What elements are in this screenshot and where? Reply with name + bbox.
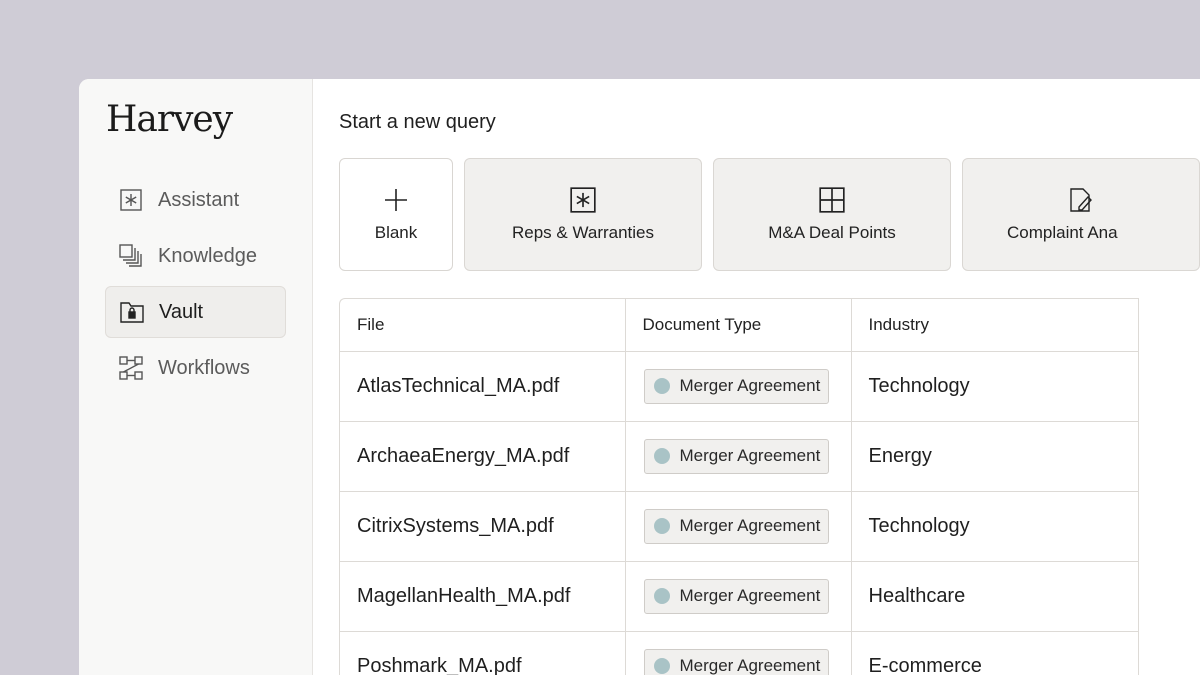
document-type-cell: Merger Agreement: [625, 561, 852, 632]
page-title: Start a new query: [339, 111, 496, 133]
document-type-cell: Merger Agreement: [625, 351, 852, 422]
sidebar: Harvey Assistant Knowledge Vault Workflo…: [79, 79, 313, 675]
sidebar-item-workflows[interactable]: Workflows: [105, 342, 286, 394]
badge-label: Merger Agreement: [679, 446, 821, 465]
column-header-industry[interactable]: Industry: [851, 299, 1139, 352]
plus-icon: [383, 187, 409, 213]
card-label: Complaint Ana: [1007, 222, 1118, 242]
document-type-badge: Merger Agreement: [643, 648, 830, 675]
complaint-analysis-card[interactable]: Complaint Ana: [962, 158, 1200, 271]
grid-icon: [819, 186, 845, 213]
document-type-badge: Merger Agreement: [643, 508, 830, 544]
column-header-file[interactable]: File: [340, 299, 626, 352]
sidebar-item-vault[interactable]: Vault: [105, 286, 286, 338]
sidebar-item-label: Vault: [159, 300, 204, 323]
query-template-cards: Blank Reps & Warranties M&A Deal Points …: [339, 158, 1200, 271]
sidebar-item-label: Knowledge: [158, 244, 257, 267]
badge-label: Merger Agreement: [679, 586, 821, 605]
status-dot-icon: [653, 518, 670, 534]
vault-files-table: File Document Type Industry AtlasTechnic…: [339, 298, 1139, 675]
status-dot-icon: [653, 588, 670, 604]
sidebar-item-knowledge[interactable]: Knowledge: [105, 230, 286, 282]
table-row[interactable]: AtlasTechnical_MA.pdf Merger Agreement T…: [340, 351, 1139, 422]
document-type-cell: Merger Agreement: [625, 421, 852, 492]
main-content: Start a new query Blank Reps & Warrantie…: [313, 79, 1200, 675]
status-dot-icon: [653, 378, 670, 394]
sidebar-item-label: Workflows: [158, 356, 250, 379]
industry-cell: E-commerce: [851, 631, 1139, 675]
asterisk-box-icon: [570, 186, 596, 213]
table-row[interactable]: MagellanHealth_MA.pdf Merger Agreement H…: [340, 561, 1139, 632]
table-row[interactable]: ArchaeaEnergy_MA.pdf Merger Agreement En…: [340, 421, 1139, 492]
card-label: Reps & Warranties: [511, 222, 655, 242]
sidebar-item-label: Assistant: [158, 188, 240, 211]
industry-cell: Healthcare: [851, 561, 1139, 632]
file-name-cell[interactable]: MagellanHealth_MA.pdf: [340, 561, 626, 632]
file-name-cell[interactable]: AtlasTechnical_MA.pdf: [340, 351, 626, 422]
document-type-cell: Merger Agreement: [625, 491, 852, 562]
file-name-cell[interactable]: ArchaeaEnergy_MA.pdf: [340, 421, 626, 492]
app-window: Harvey Assistant Knowledge Vault Workflo…: [79, 79, 1200, 675]
folder-lock-icon: [119, 299, 145, 325]
stacked-squares-icon: [118, 243, 144, 269]
column-header-document-type[interactable]: Document Type: [625, 299, 852, 352]
file-name-cell[interactable]: Poshmark_MA.pdf: [340, 631, 626, 675]
table-row[interactable]: Poshmark_MA.pdf Merger Agreement E-comme…: [340, 631, 1139, 675]
status-dot-icon: [653, 658, 670, 674]
card-label: M&A Deal Points: [768, 222, 896, 242]
card-label: Blank: [374, 222, 418, 242]
industry-cell: Technology: [851, 351, 1139, 422]
table-row[interactable]: CitrixSystems_MA.pdf Merger Agreement Te…: [340, 491, 1139, 562]
blank-query-card[interactable]: Blank: [339, 158, 453, 271]
badge-label: Merger Agreement: [679, 516, 821, 535]
badge-label: Merger Agreement: [679, 656, 821, 675]
industry-cell: Technology: [851, 491, 1139, 562]
workflow-icon: [118, 355, 144, 381]
app-logo[interactable]: Harvey: [106, 99, 286, 140]
document-type-badge: Merger Agreement: [643, 578, 830, 614]
badge-label: Merger Agreement: [679, 376, 821, 395]
document-edit-icon: [1068, 187, 1094, 213]
reps-warranties-card[interactable]: Reps & Warranties: [464, 158, 702, 271]
asterisk-box-icon: [118, 187, 144, 213]
file-name-cell[interactable]: CitrixSystems_MA.pdf: [340, 491, 626, 562]
document-type-badge: Merger Agreement: [643, 438, 830, 474]
sidebar-item-assistant[interactable]: Assistant: [105, 174, 286, 226]
table-header-row: File Document Type Industry: [340, 299, 1139, 352]
industry-cell: Energy: [851, 421, 1139, 492]
document-type-cell: Merger Agreement: [625, 631, 852, 675]
document-type-badge: Merger Agreement: [643, 368, 830, 404]
status-dot-icon: [653, 448, 670, 464]
ma-deal-points-card[interactable]: M&A Deal Points: [713, 158, 951, 271]
